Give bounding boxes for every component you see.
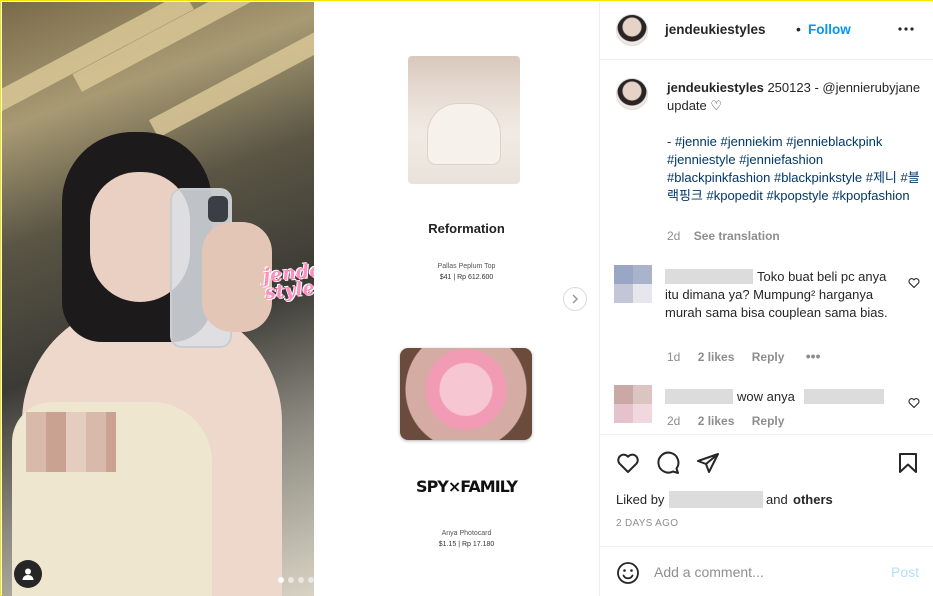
redacted-username	[665, 389, 733, 404]
post-button[interactable]: Post	[891, 564, 919, 580]
add-comment-bar: Post	[600, 546, 933, 596]
comment-like-heart-icon[interactable]	[908, 397, 920, 409]
header-username[interactable]: jendeukiestyles	[665, 22, 766, 37]
chevron-right-icon	[572, 294, 579, 304]
comment-like-heart-icon[interactable]	[908, 277, 920, 289]
redacted-mention	[804, 389, 884, 404]
see-translation-link[interactable]: See translation	[694, 229, 780, 243]
comment-input[interactable]	[654, 561, 874, 583]
product-name: Pallas Peplum Top	[437, 263, 496, 270]
comment-likes[interactable]: 2 likes	[698, 350, 735, 364]
liked-by-label: Liked by	[616, 492, 665, 507]
liked-others-link[interactable]: others	[793, 492, 833, 507]
user-tag-icon[interactable]	[14, 560, 42, 588]
product-price: $41 | Rp 612.600	[439, 274, 494, 281]
share-send-icon[interactable]	[696, 451, 720, 475]
post-header: jendeukiestyles • Follow	[600, 2, 933, 60]
comment-more-icon[interactable]: •••	[806, 348, 821, 364]
photo-hand	[202, 222, 272, 332]
comment-likes[interactable]: 2 likes	[698, 414, 735, 428]
carousel-next-button[interactable]	[563, 287, 587, 311]
caption-meta: 2d See translation	[667, 229, 780, 243]
photocard-name: Anya Photocard	[441, 530, 492, 537]
carousel-dot	[278, 577, 284, 583]
comment-avatar[interactable]	[614, 265, 652, 303]
brand-name: Reformation	[428, 221, 505, 236]
product-sheet: Reformation Pallas Peplum Top $41 | Rp 6…	[314, 2, 599, 596]
comment-text: wow anya	[737, 389, 795, 404]
anya-photocard-image	[400, 348, 532, 440]
roof-beam	[2, 2, 194, 113]
comment-meta: 1d 2 likes Reply •••	[667, 348, 821, 364]
post-date: 2 DAYS AGO	[616, 518, 679, 529]
like-heart-icon[interactable]	[616, 451, 640, 475]
carousel-dot	[288, 577, 294, 583]
bookmark-icon[interactable]	[896, 451, 920, 475]
caption-hashtags[interactable]: - #jennie #jenniekim #jennieblackpink #j…	[667, 134, 920, 203]
post-photo[interactable]: jendeuk styles	[2, 2, 314, 596]
watermark-logo: jendeuk styles	[262, 256, 314, 305]
comment-text: Toko buat beli pc anya itu dimana ya? Mu…	[665, 269, 888, 320]
post-sidebar: jendeukiestyles • Follow jendeukiestyles…	[599, 2, 933, 596]
peplum-top-image	[408, 56, 520, 184]
carousel-dot	[298, 577, 304, 583]
more-options-icon[interactable]	[897, 20, 915, 43]
comment-bubble-icon[interactable]	[656, 451, 680, 475]
spy-family-logo: SPY×FAMILY	[416, 477, 518, 496]
caption-avatar[interactable]	[616, 78, 648, 110]
avatar[interactable]	[616, 14, 648, 46]
comment-time: 2d	[667, 414, 681, 428]
caption-time: 2d	[667, 229, 681, 243]
reply-button[interactable]: Reply	[752, 350, 785, 364]
pixelated-blur	[26, 412, 116, 472]
comment-time: 1d	[667, 350, 681, 364]
post-frame: jendeuk styles Reformation Pallas Peplum…	[0, 0, 933, 596]
action-bar: Liked by and others 2 DAYS AGO	[600, 434, 933, 546]
photocard-price: $1.15 | Rp 17.180	[438, 541, 495, 548]
follow-button[interactable]: Follow	[808, 22, 851, 37]
reply-button[interactable]: Reply	[752, 414, 785, 428]
emoji-icon[interactable]	[616, 561, 640, 585]
liked-and-label: and	[766, 492, 788, 507]
redacted-liker	[669, 491, 763, 508]
comment-avatar[interactable]	[614, 385, 652, 423]
carousel-dots	[278, 577, 314, 583]
comment-meta: 2d 2 likes Reply	[667, 414, 784, 428]
caption-username[interactable]: jendeukiestyles	[667, 80, 764, 95]
caption-text: jendeukiestyles 250123 - @jennierubyjane…	[667, 79, 922, 205]
header-separator: •	[796, 21, 801, 37]
